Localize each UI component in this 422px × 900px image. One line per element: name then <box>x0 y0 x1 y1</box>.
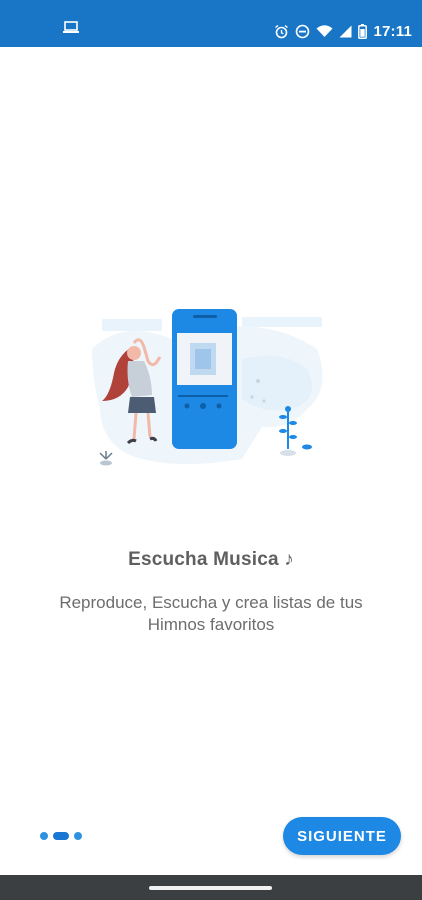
page-dot-1 <box>40 832 48 840</box>
status-time: 17:11 <box>373 22 412 40</box>
laptop-icon <box>62 20 80 34</box>
music-illustration <box>92 309 332 479</box>
signal-icon <box>339 25 352 38</box>
home-gesture-handle[interactable] <box>149 886 272 890</box>
status-bar: 17:11 <box>0 0 422 47</box>
status-icons: 17:11 <box>274 22 412 40</box>
onboarding-screen: Escucha Musica ♪ Reproduce, Escucha y cr… <box>0 47 422 875</box>
onboarding-title: Escucha Musica ♪ <box>128 549 294 570</box>
battery-icon <box>358 23 368 39</box>
alarm-icon <box>274 24 289 39</box>
next-button[interactable]: SIGUIENTE <box>283 817 401 855</box>
page-dot-3 <box>74 832 82 840</box>
page-indicator <box>40 832 82 840</box>
system-navigation-bar <box>0 875 422 900</box>
do-not-disturb-icon <box>295 24 310 39</box>
onboarding-description: Reproduce, Escucha y crea listas de tus … <box>59 593 363 634</box>
page-dot-2-active <box>53 832 69 840</box>
wifi-icon <box>316 24 333 38</box>
